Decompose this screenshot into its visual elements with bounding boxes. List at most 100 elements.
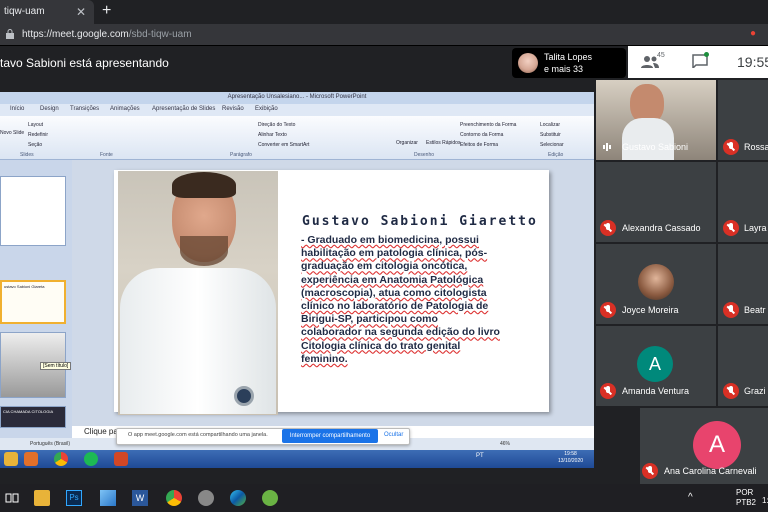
group-font: Fonte (100, 152, 113, 158)
participant-name: Beatr (744, 305, 766, 315)
tab-design[interactable]: Design (40, 106, 59, 112)
participant-name: Gustavo Sabioni (622, 142, 689, 152)
spotify-icon[interactable] (84, 452, 98, 466)
group-paragraph: Parágrafo (230, 152, 252, 158)
avatar (518, 53, 538, 73)
replace-button[interactable]: Substituir (540, 132, 561, 138)
thumb-tooltip: [Sem título] (40, 362, 72, 370)
tab-apresentacao[interactable]: Apresentação de Slides (152, 106, 215, 112)
participant-name: Rossa (744, 142, 768, 152)
tab-title: tiqw-uam (4, 6, 45, 17)
chrome-icon[interactable] (54, 452, 68, 466)
smartart-button[interactable]: Converter em SmartArt (258, 142, 309, 148)
shape-outline-button[interactable]: Contorno da Forma (460, 132, 503, 138)
app-icon[interactable] (198, 490, 214, 506)
mic-off-icon (723, 139, 739, 155)
participant-coat (622, 118, 674, 160)
tab-exibicao[interactable]: Exibição (255, 106, 278, 112)
mic-off-icon (723, 302, 739, 318)
camera-in-use-icon[interactable]: ● (750, 28, 756, 39)
ribbon-tabs: Início Design Transições Animações Apres… (0, 104, 594, 116)
speaking-icon (603, 143, 611, 151)
slide-thumbnail-selected[interactable]: ustavo Sabioni Giareta (0, 280, 66, 324)
shape-fill-button[interactable]: Preenchimento da Forma (460, 122, 516, 128)
group-editing: Edição (548, 152, 564, 158)
ribbon: Novo Slide Layout Redefinir Seção Direçã… (0, 116, 594, 160)
align-text-button[interactable]: Alinhar Texto (258, 132, 287, 138)
new-tab-button[interactable]: + (102, 2, 111, 20)
stop-sharing-button[interactable]: Interromper compartilhamento (282, 429, 378, 443)
shape-effects-button[interactable]: Efeitos de Forma (460, 142, 498, 148)
new-slide-button[interactable]: Novo Slide (0, 130, 24, 136)
participant-name: Ana Carolina Carnevali (664, 466, 757, 476)
layout-button[interactable]: Layout (28, 122, 43, 128)
mic-off-icon (600, 220, 616, 236)
slide-heading: Gustavo Sabioni Giaretto (302, 214, 538, 229)
status-language: Português (Brasil) (30, 441, 71, 447)
tray-language: PT (476, 453, 484, 459)
photo-watch (234, 386, 254, 406)
summary-name: Talita Lopes (544, 52, 593, 62)
presenting-banner: tavo Sabioni está apresentando (0, 56, 169, 70)
tab-inicio[interactable]: Início (10, 106, 24, 112)
arrange-button[interactable]: Organizar (396, 140, 418, 146)
group-slides: Slides (20, 152, 34, 158)
tab-animacoes[interactable]: Animações (110, 106, 140, 112)
tray-chevron-icon[interactable]: ^ (688, 492, 693, 503)
shared-clock: 19:58 13/10/2020 (558, 451, 584, 464)
hide-button[interactable]: Ocultar (384, 432, 403, 438)
app-icon[interactable] (262, 490, 278, 506)
participant-name: Alexandra Cassado (622, 223, 701, 233)
chrome-icon[interactable] (166, 490, 182, 506)
people-count: 45 (657, 52, 665, 59)
browser-tab-bar: tiqw-uam ✕ + (0, 0, 768, 24)
mic-off-icon (600, 302, 616, 318)
group-drawing: Desenho (414, 152, 435, 158)
slide-thumbnail[interactable]: CIA CHAMADA CITOLOGIA (0, 406, 66, 428)
chat-notification-dot (704, 52, 709, 57)
tab-revisao[interactable]: Revisão (222, 106, 244, 112)
avatar: A (637, 346, 673, 382)
windows-language[interactable]: POR PTB2 (736, 488, 756, 508)
avatar (638, 264, 674, 300)
select-button[interactable]: Selecionar (540, 142, 564, 148)
photo-hair (172, 172, 236, 198)
app-icon[interactable] (100, 490, 116, 506)
thumb-caption: CIA CHAMADA CITOLOGIA (3, 409, 54, 414)
tab-transicoes[interactable]: Transições (70, 106, 99, 112)
media-icon[interactable] (24, 452, 38, 466)
address-bar[interactable]: https://meet.google.com/sbd-tiqw-uam ● (0, 24, 768, 46)
quick-styles-button[interactable]: Estilos Rápidos (426, 140, 460, 146)
section-button[interactable]: Seção (28, 142, 42, 148)
mic-off-icon (723, 383, 739, 399)
participant-name: Amanda Ventura (622, 386, 690, 396)
thumb-title: ustavo Sabioni Giareta (4, 284, 45, 289)
reset-button[interactable]: Redefinir (28, 132, 48, 138)
find-button[interactable]: Localizar (540, 122, 560, 128)
sharing-message: O app meet.google.com está compartilhand… (128, 432, 268, 438)
participant-name: Layra (744, 223, 767, 233)
avatar: A (693, 421, 741, 469)
photoshop-icon[interactable]: Ps (66, 490, 82, 506)
mic-off-icon (600, 383, 616, 399)
mic-off-icon (723, 220, 739, 236)
mic-off-icon (642, 463, 658, 479)
task-view-icon[interactable] (4, 490, 20, 506)
windows-clock[interactable]: 1: (762, 496, 768, 505)
powerpoint-title: Apresentação Unsalesiano... - Microsoft … (0, 92, 594, 104)
participant-name: Joyce Moreira (622, 305, 679, 315)
file-explorer-icon[interactable] (34, 490, 50, 506)
folder-icon[interactable] (4, 452, 18, 466)
close-icon[interactable]: ✕ (76, 5, 86, 19)
text-direction-button[interactable]: Direção do Texto (258, 122, 295, 128)
participant-name: Grazi (744, 386, 766, 396)
slide-thumbnail[interactable] (0, 176, 66, 246)
summary-more: e mais 33 (544, 64, 584, 74)
edge-icon[interactable] (230, 490, 246, 506)
word-icon[interactable]: W (132, 490, 148, 506)
url-text: https://meet.google.com/sbd-tiqw-uam (22, 29, 192, 40)
zoom-level[interactable]: 46% (500, 441, 510, 447)
slide-bio-text: - Graduado em biomedicina, possui habili… (301, 234, 500, 365)
lock-icon (6, 29, 14, 39)
powerpoint-icon[interactable] (114, 452, 128, 466)
